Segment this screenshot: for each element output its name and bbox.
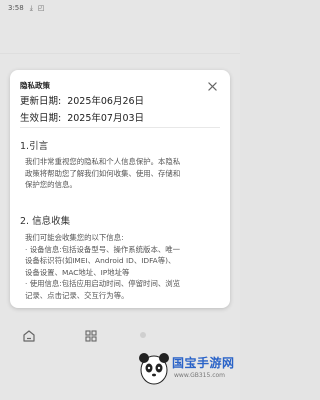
paragraph-line: 设备标识符(如IMEI、Android ID、IDFA等)、: [25, 256, 176, 265]
section-body-collection: 我们可能会收集您的以下信息: · 设备信息:包括设备型号、操作系统版本、唯一 设…: [25, 232, 221, 301]
dialog-title: 隐私政策: [20, 81, 50, 90]
watermark-title: 国宝手游网: [172, 356, 235, 370]
watermark-url: www.GB315.com: [174, 372, 226, 379]
background-list: [0, 24, 240, 54]
section-body-intro: 我们非常重视您的隐私和个人信息保护。本隐私 政策将帮助您了解我们如何收集、使用、…: [25, 156, 221, 191]
list-item: [0, 24, 240, 54]
watermark-logo: 国宝手游网 www.GB315.com: [138, 340, 240, 400]
status-time: 3:58: [8, 4, 24, 12]
updated-date-value: 2025年06月26日: [67, 96, 145, 107]
download-icon: ⤓: [29, 3, 33, 12]
panda-logo-icon: [139, 353, 169, 385]
paragraph-line: 我们非常重视您的隐私和个人信息保护。本隐私: [25, 157, 181, 166]
section-heading-intro: 1.引言: [20, 141, 49, 152]
home-icon[interactable]: [22, 328, 36, 342]
status-bar: 3:58 ⤓ ◰: [0, 0, 240, 16]
updated-date: 更新日期: 2025年06月26日: [20, 93, 144, 107]
privacy-policy-dialog: 隐私政策 更新日期: 2025年06月26日 生效日期: 2025年07月03日 1…: [10, 70, 230, 308]
effective-date-value: 2025年07月03日: [67, 113, 145, 124]
section-heading-collection: 2. 信息收集: [20, 216, 71, 227]
grid-icon[interactable]: [84, 328, 98, 342]
notification-icon: ◰: [37, 4, 45, 12]
paragraph-line: 我们可能会收集您的以下信息:: [25, 233, 124, 242]
paragraph-line: 设备设置、MAC地址、IP地址等: [25, 267, 130, 277]
nav-indicator[interactable]: [140, 332, 146, 338]
paragraph-line: 政策将帮助您了解我们如何收集、使用、存储和: [25, 168, 181, 178]
updated-date-label: 更新日期:: [20, 96, 62, 107]
divider: [20, 127, 220, 128]
paragraph-line: 记录、点击记录、交互行为等。: [25, 290, 129, 300]
close-icon[interactable]: [206, 80, 218, 92]
app-screen: 3:58 ⤓ ◰ 隐私政策 更新日期: 2025年06月26日 生效日期: 2025…: [0, 0, 240, 400]
paragraph-line: 保护您的信息。: [25, 180, 77, 189]
paragraph-line: · 使用信息:包括应用启动时间、停留时间、浏览: [25, 279, 181, 288]
effective-date: 生效日期: 2025年07月03日: [20, 110, 144, 124]
effective-date-label: 生效日期:: [20, 113, 62, 124]
paragraph-line: · 设备信息:包括设备型号、操作系统版本、唯一: [25, 244, 181, 254]
